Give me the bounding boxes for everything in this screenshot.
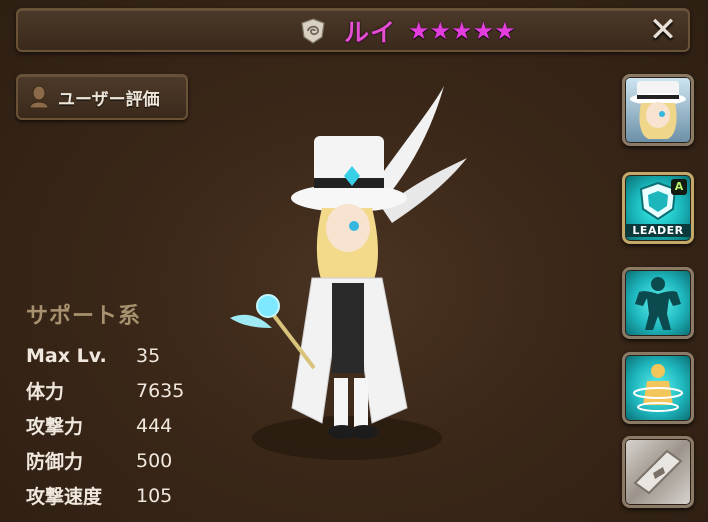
star-icon: ★ xyxy=(451,17,473,45)
stat-value: 105 xyxy=(136,484,173,507)
stat-label: 攻撃速度 xyxy=(26,486,103,508)
stat-value: 35 xyxy=(136,344,161,367)
stat-row: 攻撃速度 105 xyxy=(26,478,184,513)
stat-value: 500 xyxy=(136,449,173,472)
bust-icon xyxy=(29,85,49,109)
star-icon: ★ xyxy=(472,17,495,45)
monster-name: ルイ xyxy=(344,18,397,47)
character-model xyxy=(230,86,467,460)
leader-rank-badge: A xyxy=(671,179,687,195)
skill-1-button[interactable] xyxy=(622,267,694,339)
stat-label: Max Lv. xyxy=(26,344,107,367)
stat-label: 体力 xyxy=(26,381,65,403)
user-rating-label: ユーザー評価 xyxy=(58,89,160,110)
close-button[interactable]: ✕ xyxy=(648,13,678,47)
stat-label: 攻撃力 xyxy=(26,416,84,438)
portrait-button[interactable] xyxy=(622,74,694,146)
leader-label: LEADER xyxy=(625,224,691,237)
skill-2-button[interactable] xyxy=(622,352,694,424)
portrait-icon xyxy=(630,81,686,139)
star-rating: ★ ★ ★ ★ ★ xyxy=(408,19,516,43)
muscle-skill-icon xyxy=(635,277,681,330)
star-icon: ★ xyxy=(494,17,516,45)
stat-row: 防御力 500 xyxy=(26,443,184,478)
title-group: ルイ ★ ★ ★ ★ ★ xyxy=(300,16,516,47)
star-icon: ★ xyxy=(408,17,430,45)
stats-panel: サポート系 Max Lv. 35 体力 7635 攻撃力 444 防御力 500… xyxy=(26,298,184,513)
stat-row: 攻撃力 444 xyxy=(26,408,184,443)
title-bar: ルイ ★ ★ ★ ★ ★ ✕ xyxy=(16,8,690,52)
stat-row: Max Lv. 35 xyxy=(26,338,184,373)
user-rating-button[interactable]: ユーザー評価 xyxy=(16,74,188,120)
skill-3-button[interactable] xyxy=(622,436,694,508)
stat-value: 7635 xyxy=(136,379,185,402)
wind-element-icon xyxy=(301,18,325,44)
monster-type: サポート系 xyxy=(26,304,142,329)
stat-row: 体力 7635 xyxy=(26,373,184,408)
buff-skill-icon xyxy=(633,364,683,412)
card-skill-icon xyxy=(633,449,683,495)
stat-value: 444 xyxy=(136,414,173,437)
stat-label: 防御力 xyxy=(26,451,84,473)
leader-skill-button[interactable]: A LEADER xyxy=(622,172,694,244)
star-icon: ★ xyxy=(429,17,452,45)
